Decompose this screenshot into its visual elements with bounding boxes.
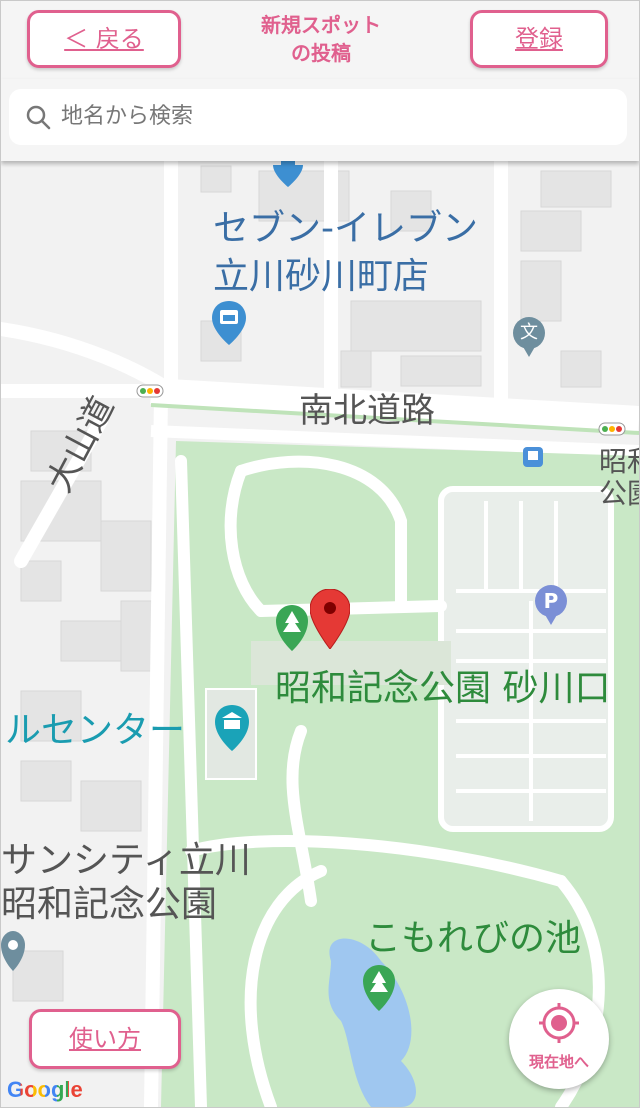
usage-guide-button[interactable]: 使い方 (29, 1009, 181, 1069)
search-bar-container: 地名から検索 (1, 79, 639, 161)
map-label-suncity-park: 昭和記念公園 (1, 884, 218, 925)
current-location-button[interactable]: 現在地へ (509, 989, 609, 1089)
page-title-line-2: の投稿 (291, 41, 351, 65)
map-label-center: ルセンター (5, 710, 186, 751)
back-button[interactable]: ＜ 戻る (27, 10, 181, 68)
crosshair-icon (539, 1003, 579, 1043)
map-label-showa-park-right-1: 昭和 (599, 445, 639, 478)
park-tree-icon[interactable] (276, 605, 308, 651)
google-logo: Google (7, 1077, 83, 1103)
google-logo-text: Google (7, 1077, 83, 1102)
page-title: 新規スポット の投稿 (201, 11, 441, 67)
school-pin-tail-icon (522, 345, 536, 357)
search-icon (26, 105, 51, 130)
map-label-showa-park-right-2: 公園 (599, 477, 639, 510)
map-label-seven-eleven-branch: 立川砂川町店 (213, 256, 430, 297)
top-header: ＜ 戻る 新規スポット の投稿 登録 (1, 1, 639, 79)
pond-tree-icon[interactable] (363, 965, 395, 1011)
map-label-pond: こもれびの池 (365, 918, 582, 959)
app-frame: 文 P セブン-イレブン 立川砂川町店 南北道路 大山道 昭和 公園 昭和記念公… (0, 0, 640, 1108)
selected-location-marker-icon[interactable] (310, 589, 350, 649)
search-input[interactable]: 地名から検索 (9, 89, 627, 145)
parking-pin-tail-icon (544, 613, 558, 625)
register-button[interactable]: 登録 (470, 10, 608, 68)
page-title-line-1: 新規スポット (261, 13, 381, 37)
map-label-road: 南北道路 (299, 391, 435, 431)
museum-icon[interactable] (215, 705, 249, 751)
poi-pin-icon[interactable] (1, 931, 25, 971)
map-label-park-entrance: 昭和記念公園 砂川口 (275, 668, 611, 709)
convenience-store-icon[interactable] (212, 301, 246, 345)
search-placeholder: 地名から検索 (61, 104, 194, 129)
map-label-seven-eleven-name: セブン-イレブン (213, 208, 478, 249)
current-location-label: 現在地へ (528, 1053, 589, 1071)
map-label-suncity-name: サンシティ立川 (1, 840, 251, 881)
